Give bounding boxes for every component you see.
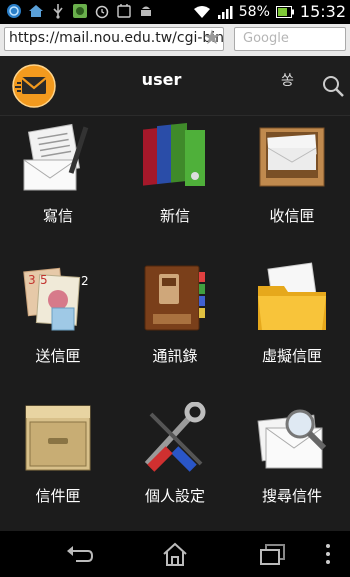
tile-badge: 2 <box>81 274 89 288</box>
svg-text:5: 5 <box>40 273 48 287</box>
search-icon[interactable] <box>321 74 345 98</box>
notification-globe-icon <box>7 4 21 18</box>
tile-new-mail[interactable]: 新信 <box>117 116 233 254</box>
tile-settings[interactable]: 個人設定 <box>117 396 233 534</box>
alarm-icon <box>95 5 109 19</box>
battery-percent: 58% <box>238 3 270 20</box>
tile-mail-cabinet[interactable]: 信件匣 <box>0 396 116 534</box>
write-mail-icon <box>23 123 89 191</box>
tile-write-mail[interactable]: 寫信 <box>0 116 116 254</box>
tile-search-mail[interactable]: 搜尋信件 <box>234 396 350 534</box>
tile-label: 個人設定 <box>144 487 205 505</box>
menu-icon[interactable] <box>318 541 338 567</box>
usb-icon <box>53 4 63 19</box>
settings-tools-icon <box>144 402 206 472</box>
tile-inbox[interactable]: 收信匣 <box>234 116 350 254</box>
address-book-icon <box>144 265 205 331</box>
search-field[interactable]: Google <box>234 27 346 51</box>
sort-glyph: 쏭 <box>281 73 294 89</box>
page-title: user <box>141 70 182 89</box>
tile-label: 通訊錄 <box>152 347 198 365</box>
new-mail-folders-icon <box>143 122 205 186</box>
tile-label: 送信匣 <box>35 347 81 365</box>
tile-label: 虛擬信匣 <box>261 347 322 365</box>
tile-label: 信件匣 <box>35 487 81 505</box>
android-robot-icon <box>73 4 87 18</box>
browser-bar: https://mail.nou.edu.tw/cgi-bin ★ Google <box>0 24 350 56</box>
tile-sent[interactable]: 3 5 2 送信匣 <box>0 256 116 394</box>
tile-label: 收信匣 <box>269 207 315 225</box>
url-field[interactable]: https://mail.nou.edu.tw/cgi-bin <box>4 27 224 51</box>
signal-icon <box>217 5 233 19</box>
virtual-folder-icon <box>258 262 326 330</box>
tile-address-book[interactable]: 通訊錄 <box>117 256 233 394</box>
tile-virtual-folder[interactable]: 虛擬信匣 <box>234 256 350 394</box>
inbox-tray-icon <box>259 127 325 187</box>
svg-text:3: 3 <box>28 273 36 287</box>
battery-icon <box>275 5 294 18</box>
cart-icon <box>117 4 131 18</box>
recent-apps-icon[interactable] <box>258 541 288 567</box>
back-icon[interactable] <box>64 541 94 567</box>
tile-label: 新信 <box>159 207 190 225</box>
home-icon <box>29 5 43 17</box>
bookmark-star-icon[interactable]: ★ <box>203 27 223 47</box>
status-bar: 58% 15:32 <box>0 0 350 24</box>
tile-label: 寫信 <box>42 207 73 225</box>
mail-cabinet-icon <box>25 405 91 471</box>
menu-grid: 寫信 新信 收信匣 3 5 2 送信匣 通訊錄 虛擬信匣 信件匣 個人設定 搜尋… <box>0 116 350 530</box>
sent-stamps-icon: 3 5 <box>23 267 81 331</box>
home-nav-icon[interactable] <box>160 541 190 567</box>
nav-bar <box>0 531 350 577</box>
sort-icon[interactable]: 쏭 <box>281 70 299 92</box>
wifi-icon <box>193 5 210 18</box>
clock: 15:32 <box>299 2 346 21</box>
tile-label: 搜尋信件 <box>261 487 322 505</box>
app-header: user 쏭 <box>0 56 350 116</box>
search-mail-icon <box>257 409 327 469</box>
android-icon <box>141 6 151 16</box>
